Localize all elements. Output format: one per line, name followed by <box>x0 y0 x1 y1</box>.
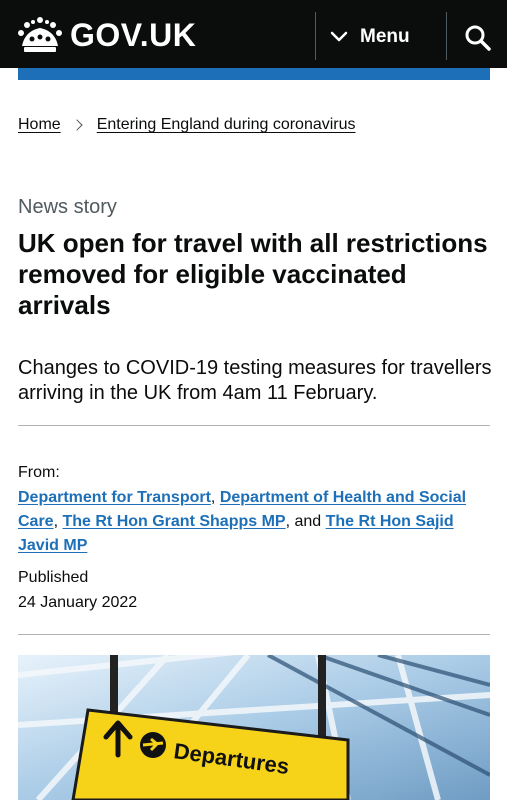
chevron-right-icon <box>71 119 83 131</box>
airplane-icon <box>140 732 166 758</box>
article-image: Departures <box>18 655 490 800</box>
site-header: GOV.UK Menu <box>0 0 507 68</box>
departures-sign-photo: Departures <box>18 655 490 800</box>
org-link-grant-shapps[interactable]: The Rt Hon Grant Shapps MP <box>62 513 285 530</box>
govuk-logo-link[interactable]: GOV.UK <box>18 17 197 53</box>
published-label: Published <box>18 569 89 586</box>
section-divider <box>18 634 490 635</box>
search-icon <box>465 25 491 51</box>
org-conjunction: , and <box>285 513 326 530</box>
brand-bar <box>18 68 490 80</box>
search-button[interactable] <box>464 24 492 52</box>
from-organisations: Department for Transport, Department of … <box>18 486 478 558</box>
breadcrumb-entering-england-link[interactable]: Entering England during coronavirus <box>97 116 356 134</box>
menu-label: Menu <box>360 26 410 47</box>
page-caption: News story <box>18 196 117 218</box>
page-title: UK open for travel with all restrictions… <box>18 228 488 320</box>
crown-icon <box>18 17 62 52</box>
lead-paragraph: Changes to COVID-19 testing measures for… <box>18 357 492 404</box>
section-divider <box>18 425 490 426</box>
header-divider <box>315 12 316 60</box>
menu-button[interactable]: Menu <box>330 20 410 54</box>
chevron-down-icon <box>330 31 348 42</box>
from-label: From: <box>18 464 60 481</box>
breadcrumb: Home Entering England during coronavirus <box>18 116 356 134</box>
header-divider <box>446 12 447 60</box>
org-link-transport[interactable]: Department for Transport <box>18 489 211 506</box>
breadcrumb-home-link[interactable]: Home <box>18 116 61 134</box>
logo-text: GOV.UK <box>70 17 197 53</box>
org-separator: , <box>210 489 220 506</box>
published-date: 24 January 2022 <box>18 594 138 611</box>
